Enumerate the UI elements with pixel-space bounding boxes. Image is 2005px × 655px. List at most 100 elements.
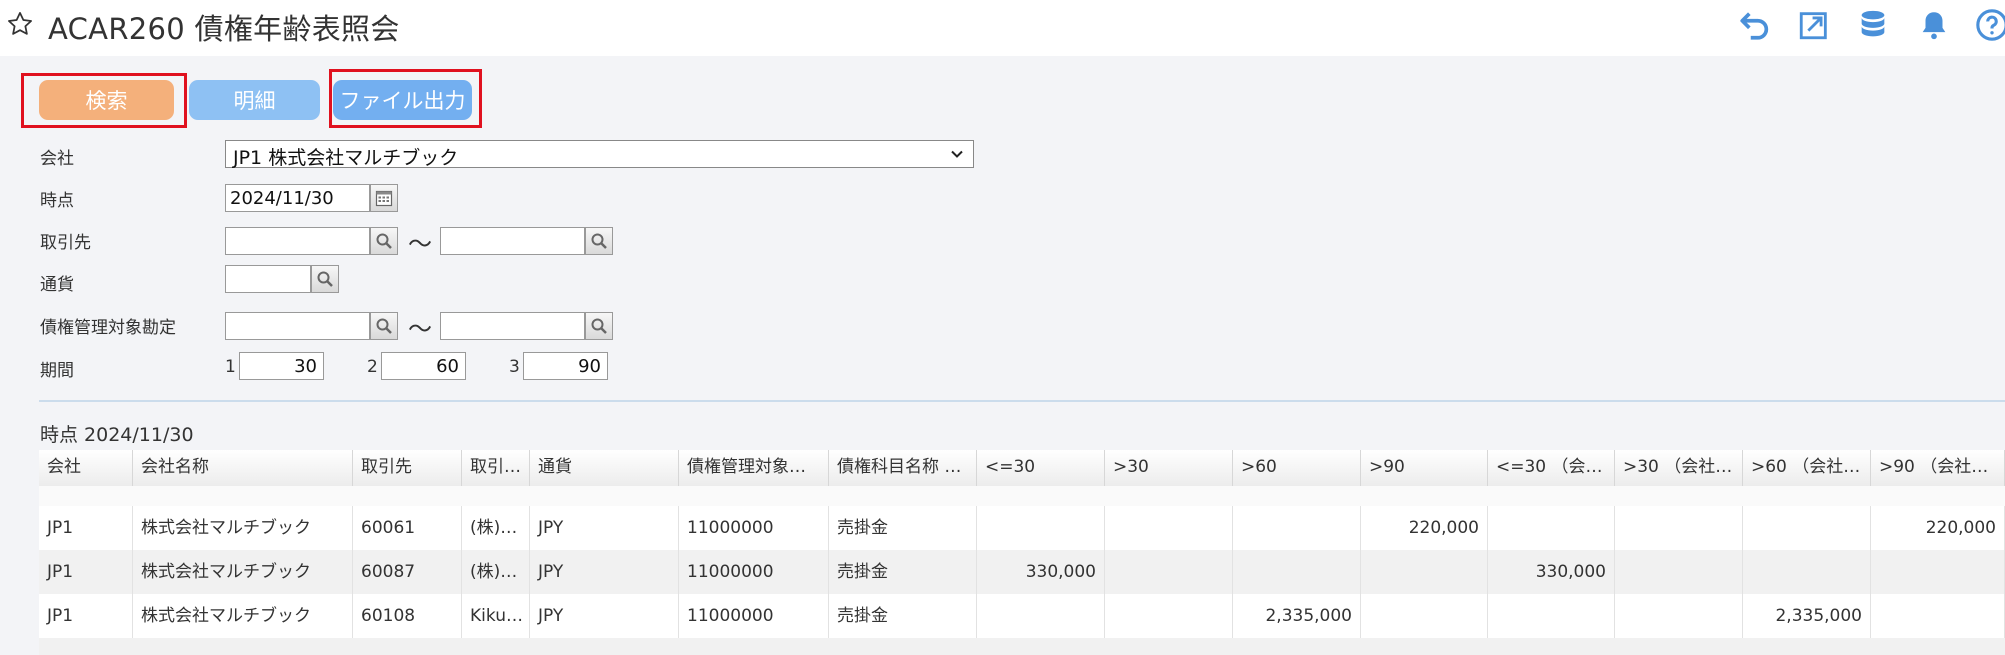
cell (977, 594, 1105, 638)
company-select[interactable]: JP1 株式会社マルチブック (225, 140, 974, 169)
table-row[interactable]: JP1 株式会社マルチブック 60108 Kiku… JPY 11000000 … (39, 594, 2005, 638)
cell (1233, 550, 1361, 594)
detail-button[interactable]: 明細 (189, 80, 320, 120)
cell (1361, 550, 1488, 594)
period-2-index: 2 (367, 357, 378, 377)
column-header[interactable]: >60 (1233, 450, 1361, 486)
column-header[interactable]: 会社 (39, 450, 133, 486)
currency-label: 通貨 (40, 275, 74, 295)
cell (1615, 594, 1743, 638)
cell: 株式会社マルチブック (133, 550, 353, 594)
cell (1105, 506, 1233, 550)
cell: 60108 (353, 594, 462, 638)
partner-to-search-button[interactable] (585, 227, 613, 255)
cell (1871, 550, 2005, 594)
results-section-title: 時点 2024/11/30 (40, 424, 194, 446)
account-from-search-button[interactable] (370, 312, 398, 340)
cell (1615, 550, 1743, 594)
currency-search-button[interactable] (311, 265, 339, 293)
period-2-input[interactable]: 60 (381, 352, 466, 380)
column-header[interactable]: 取引先 (353, 450, 462, 486)
star-icon[interactable] (6, 10, 34, 38)
cell: 220,000 (1361, 506, 1488, 550)
column-header[interactable]: 債権管理対象… (679, 450, 829, 486)
column-header[interactable]: >90 （会社… (1871, 450, 2005, 486)
partner-label: 取引先 (40, 233, 91, 253)
magnifier-icon (376, 233, 392, 249)
cell (1361, 594, 1488, 638)
account-from-input[interactable] (225, 312, 370, 340)
chevron-down-icon (951, 150, 963, 158)
as-of-date-input[interactable]: 2024/11/30 (225, 184, 370, 212)
magnifier-icon (591, 318, 607, 334)
partner-to-input[interactable] (440, 227, 585, 255)
column-header[interactable]: 債権科目名称 … (829, 450, 977, 486)
table-row[interactable]: JP1 株式会社マルチブック 60061 (株)… JPY 11000000 売… (39, 506, 2005, 550)
page-title: ACAR260 債権年齢表照会 (48, 12, 400, 46)
column-header[interactable]: <=30 （会… (1488, 450, 1615, 486)
period-3-index: 3 (509, 357, 520, 377)
undo-icon[interactable] (1738, 8, 1772, 42)
column-header[interactable]: >90 (1361, 450, 1488, 486)
page-header: ACAR260 債権年齢表照会 (0, 0, 2005, 56)
aging-table: 会社 会社名称 取引先 取引… 通貨 債権管理対象… 債権科目名称 … <=30… (39, 450, 2005, 655)
magnifier-icon (591, 233, 607, 249)
currency-input[interactable] (225, 265, 311, 293)
cell: 11000000 (679, 594, 829, 638)
column-header[interactable]: 取引… (462, 450, 530, 486)
table-row[interactable]: JP1 株式会社マルチブック 60087 (株)… JPY 11000000 売… (39, 550, 2005, 594)
partner-from-search-button[interactable] (370, 227, 398, 255)
period-1-index: 1 (225, 357, 236, 377)
partner-from-input[interactable] (225, 227, 370, 255)
table-row-partial (39, 638, 2005, 655)
file-output-button-highlight (329, 69, 482, 128)
export-icon[interactable] (1797, 8, 1831, 42)
cell: (株)… (462, 506, 530, 550)
account-to-input[interactable] (440, 312, 585, 340)
calendar-button[interactable] (370, 184, 398, 212)
cell (1488, 506, 1615, 550)
cell (1743, 506, 1871, 550)
cell (1105, 550, 1233, 594)
cell (1615, 506, 1743, 550)
table-header: 会社 会社名称 取引先 取引… 通貨 債権管理対象… 債権科目名称 … <=30… (39, 450, 2005, 487)
cell (1743, 550, 1871, 594)
column-header[interactable]: >30 (1105, 450, 1233, 486)
calendar-icon (375, 190, 393, 207)
period-3-input[interactable]: 90 (523, 352, 608, 380)
period-label: 期間 (40, 361, 74, 381)
company-select-value: JP1 株式会社マルチブック (233, 147, 459, 169)
column-header[interactable]: >60 （会社… (1743, 450, 1871, 486)
help-icon[interactable] (1975, 8, 2005, 42)
cell: JP1 (39, 550, 133, 594)
account-range-separator: 〜 (408, 315, 432, 343)
account-to-search-button[interactable] (585, 312, 613, 340)
period-1-value: 30 (294, 356, 317, 377)
column-header[interactable]: >30 （会社… (1615, 450, 1743, 486)
column-header[interactable]: 通貨 (530, 450, 679, 486)
magnifier-icon (376, 318, 392, 334)
cell (1105, 594, 1233, 638)
cell: 330,000 (1488, 550, 1615, 594)
cell: 220,000 (1871, 506, 2005, 550)
cell: 11000000 (679, 506, 829, 550)
column-header[interactable]: 会社名称 (133, 450, 353, 486)
cell: 売掛金 (829, 594, 977, 638)
cell: JPY (530, 594, 679, 638)
column-header[interactable]: <=30 (977, 450, 1105, 486)
bell-icon[interactable] (1917, 8, 1951, 42)
period-3-value: 90 (578, 356, 601, 377)
cell (977, 506, 1105, 550)
as-of-label: 時点 (40, 191, 74, 211)
table-row-partial (39, 486, 2005, 506)
as-of-date-value: 2024/11/30 (230, 188, 334, 209)
cell: JP1 (39, 594, 133, 638)
period-1-input[interactable]: 30 (239, 352, 324, 380)
cell (1871, 594, 2005, 638)
cell: 売掛金 (829, 550, 977, 594)
cell: JPY (530, 506, 679, 550)
cell: 11000000 (679, 550, 829, 594)
cell: 株式会社マルチブック (133, 506, 353, 550)
database-icon[interactable] (1856, 8, 1890, 42)
cell: JP1 (39, 506, 133, 550)
